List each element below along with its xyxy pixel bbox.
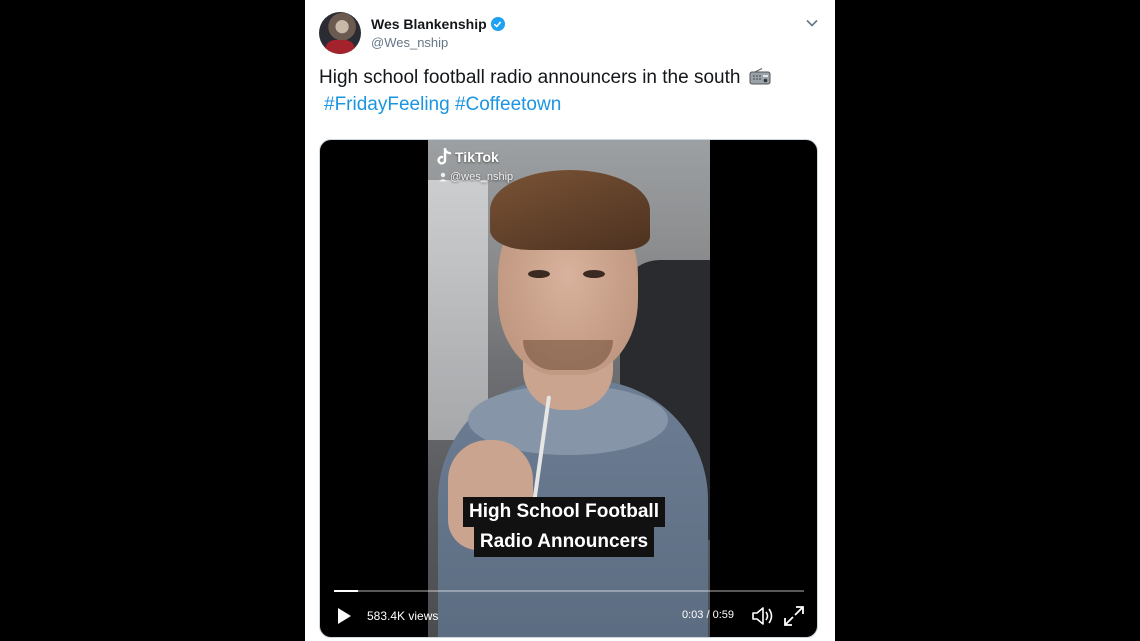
author-handle[interactable]: @Wes_nship xyxy=(371,35,448,50)
tiktok-brand: TikTok xyxy=(455,149,499,165)
caption-line-1: High School Football xyxy=(463,497,665,527)
tiktok-logo: TikTok xyxy=(436,148,499,166)
volume-icon[interactable] xyxy=(751,605,775,627)
eye-right xyxy=(583,270,605,278)
author-avatar[interactable] xyxy=(319,12,361,54)
view-count: 583.4K views xyxy=(367,609,439,623)
hashtag-fridayfeeling[interactable]: #FridayFeeling xyxy=(324,94,450,115)
caption-line-2: Radio Announcers xyxy=(473,527,655,557)
video-progress-bar[interactable] xyxy=(334,590,804,592)
author-name-row: Wes Blankenship xyxy=(371,16,505,32)
tweet-text: High school football radio announcers in… xyxy=(319,64,819,118)
user-icon xyxy=(439,172,447,182)
tiktok-note-icon xyxy=(437,148,452,165)
tweet-text-line: High school football radio announcers in… xyxy=(319,67,741,88)
play-icon[interactable] xyxy=(334,606,354,626)
radio-emoji-icon xyxy=(749,66,771,85)
tiktok-handle: @wes_nship xyxy=(438,171,513,183)
video-caption: High School Football Radio Announcers xyxy=(458,497,670,557)
tweet-card: Wes Blankenship @Wes_nship High school f… xyxy=(305,0,835,641)
video-progress-fill xyxy=(334,590,358,592)
hashtag-coffeetown[interactable]: #Coffeetown xyxy=(455,94,561,115)
video-frame[interactable]: TikTok @wes_nship High School Football R… xyxy=(428,140,710,637)
video-player[interactable]: TikTok @wes_nship High School Football R… xyxy=(319,139,818,638)
fullscreen-icon[interactable] xyxy=(783,605,805,627)
person-hair xyxy=(490,170,650,250)
eye-left xyxy=(528,270,550,278)
author-name[interactable]: Wes Blankenship xyxy=(371,16,487,32)
verified-badge-icon xyxy=(490,17,505,31)
chevron-down-icon[interactable] xyxy=(805,16,819,30)
tiktok-handle-text: @wes_nship xyxy=(450,171,514,183)
video-controls: 583.4K views 0:03 / 0:59 xyxy=(320,597,817,637)
video-time: 0:03 / 0:59 xyxy=(682,609,734,621)
car-window xyxy=(428,180,488,440)
